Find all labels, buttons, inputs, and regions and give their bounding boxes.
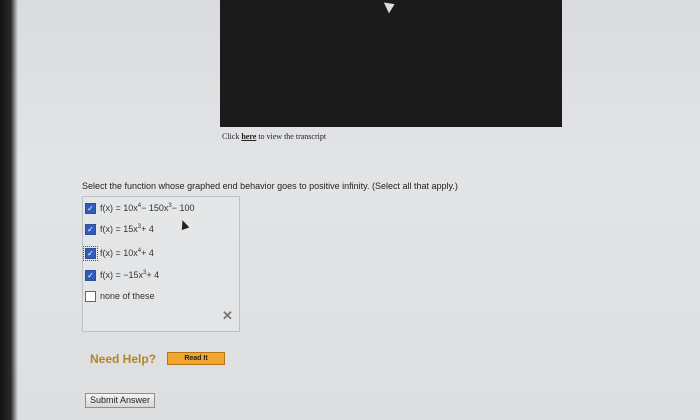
- option-3-part-a: f(x) = 10x: [100, 248, 138, 258]
- submit-answer-button[interactable]: Submit Answer: [85, 393, 156, 408]
- check-icon: ✓: [87, 248, 94, 258]
- transcript-prefix: Click: [222, 132, 242, 141]
- option-1-part-a: f(x) = 10x: [100, 203, 138, 213]
- option-5[interactable]: none of these: [85, 289, 155, 303]
- option-4-part-a: f(x) = −15x: [100, 270, 144, 280]
- option-4-label: f(x) = −15x 3 + 4: [100, 270, 159, 280]
- play-icon[interactable]: [383, 0, 398, 14]
- checkbox-5[interactable]: [85, 290, 96, 302]
- checkbox-1[interactable]: ✓: [85, 202, 96, 214]
- option-3[interactable]: ✓ f(x) = 10x 4 + 4: [83, 245, 154, 261]
- option-1-part-b: − 150x: [141, 203, 169, 213]
- checkbox-4[interactable]: ✓: [85, 269, 96, 281]
- option-3-part-b: + 4: [141, 248, 154, 258]
- option-4-part-b: + 4: [146, 270, 160, 280]
- transcript-suffix: to view the transcript: [256, 132, 327, 141]
- transcript-line: Click here to view the transcript: [222, 132, 326, 141]
- option-1-label: f(x) = 10x 4 − 150x 3 − 100: [100, 203, 195, 213]
- option-2-part-a: f(x) = 15x: [100, 224, 138, 234]
- option-3-label: f(x) = 10x 4 + 4: [100, 248, 154, 258]
- read-it-button[interactable]: Read It: [167, 352, 225, 365]
- option-2-label: f(x) = 15x 3 + 4: [100, 224, 154, 234]
- answer-panel: [82, 196, 240, 332]
- left-dark-edge: [0, 0, 18, 420]
- option-1[interactable]: ✓ f(x) = 10x 4 − 150x 3 − 100: [85, 201, 195, 215]
- check-icon: ✓: [87, 224, 94, 234]
- option-5-label: none of these: [100, 291, 155, 301]
- option-2-part-b: + 4: [141, 224, 154, 234]
- check-icon: ✓: [87, 270, 94, 280]
- need-help-label: Need Help?: [90, 352, 157, 366]
- check-icon: ✓: [87, 203, 94, 213]
- question-text: Select the function whose graphed end be…: [82, 181, 458, 191]
- option-4[interactable]: ✓ f(x) = −15x 3 + 4: [85, 268, 159, 282]
- transcript-link[interactable]: here: [241, 132, 256, 141]
- option-2[interactable]: ✓ f(x) = 15x 3 + 4: [85, 222, 154, 236]
- close-icon[interactable]: ✕: [222, 308, 233, 324]
- video-player[interactable]: [220, 0, 562, 127]
- option-1-part-c: − 100: [171, 203, 195, 213]
- checkbox-2[interactable]: ✓: [85, 223, 96, 235]
- checkbox-3[interactable]: ✓: [83, 245, 98, 261]
